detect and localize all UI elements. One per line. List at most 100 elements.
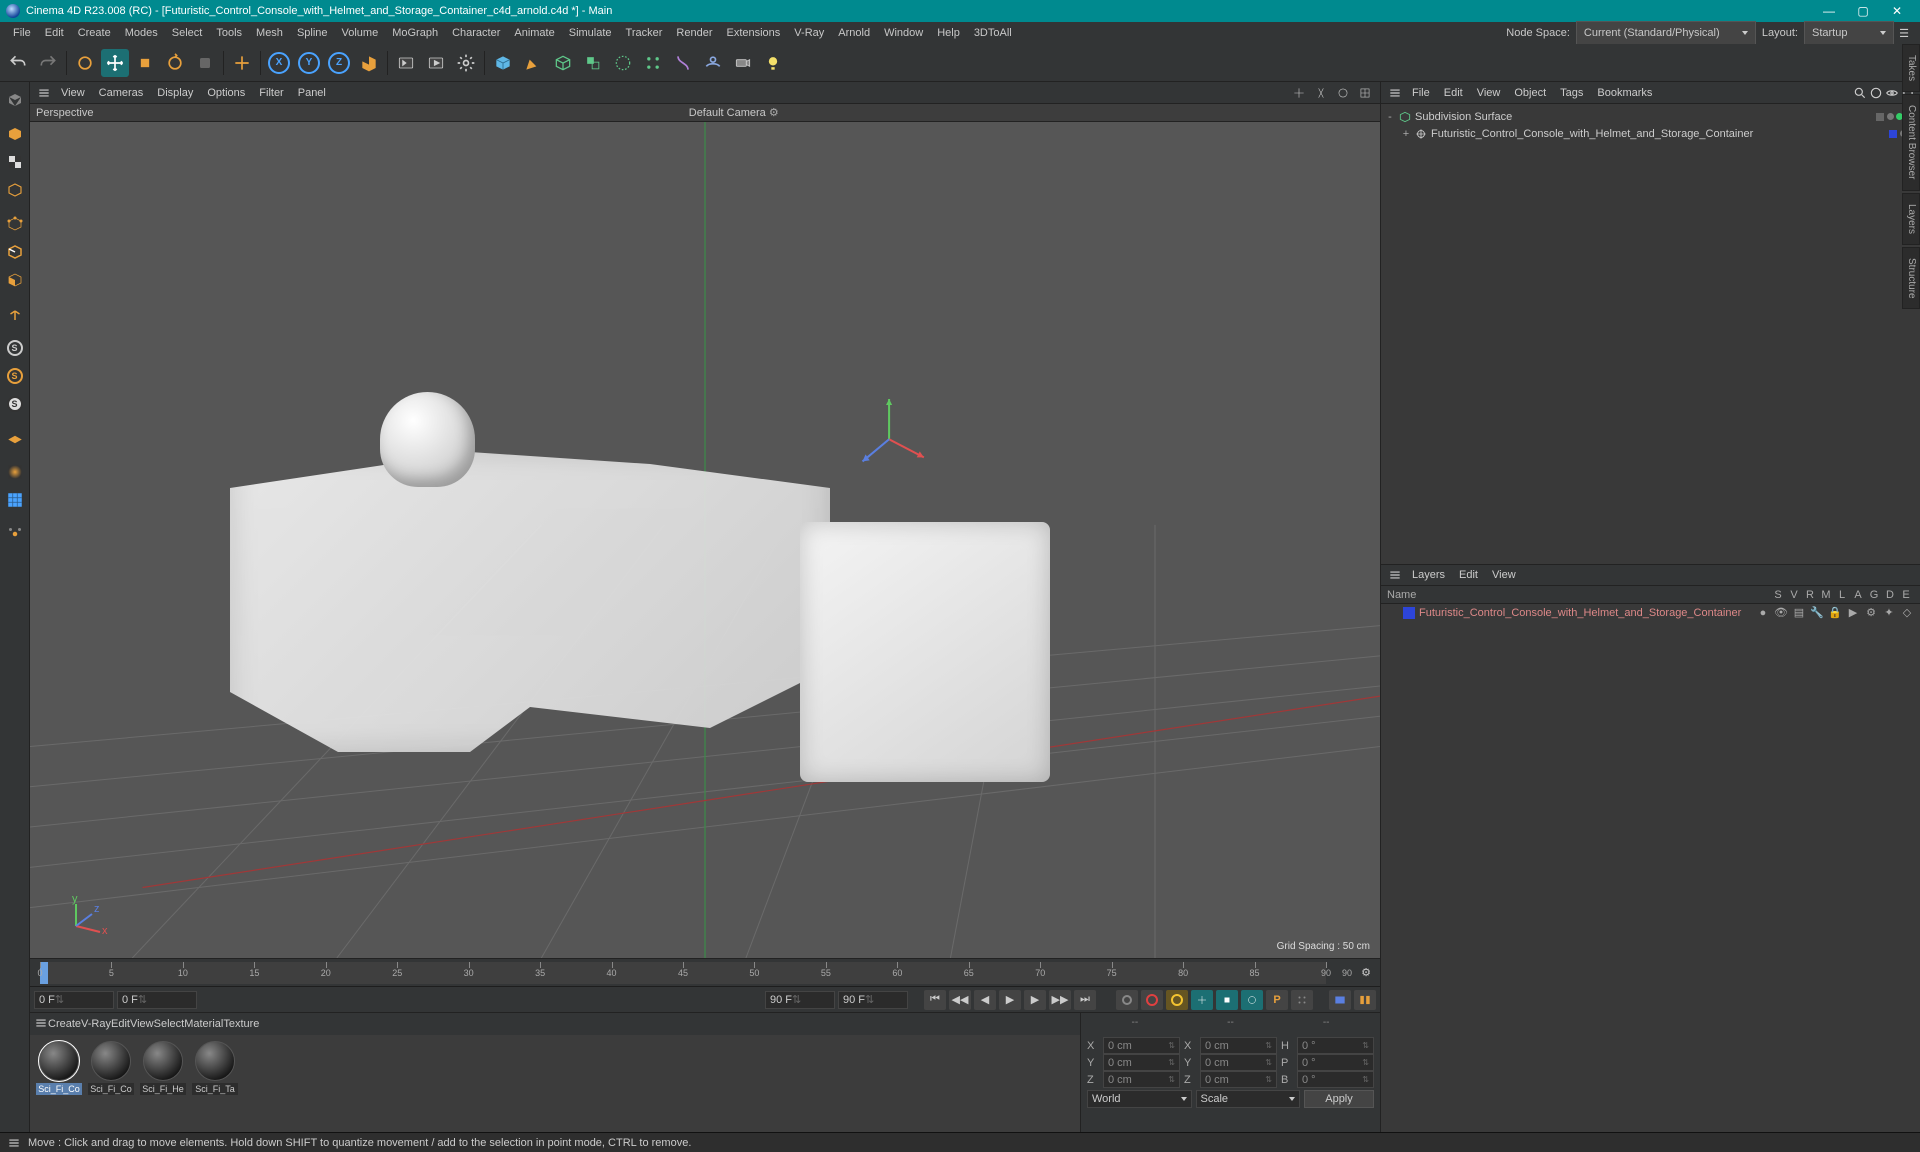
tree-row[interactable]: +Futuristic_Control_Console_with_Helmet_… bbox=[1381, 125, 1920, 142]
pen-spline-button[interactable] bbox=[519, 49, 547, 77]
snap-button[interactable]: S bbox=[2, 335, 28, 361]
live-select-button[interactable] bbox=[71, 49, 99, 77]
coord-mode2-select[interactable]: Scale bbox=[1196, 1090, 1301, 1108]
obj-menu-view[interactable]: View bbox=[1470, 82, 1508, 104]
vp-menu-options[interactable]: Options bbox=[200, 82, 252, 104]
menu-v-ray[interactable]: V-Ray bbox=[787, 22, 831, 44]
layer-flag-a[interactable]: ▶ bbox=[1846, 606, 1860, 619]
key-pla-button[interactable] bbox=[1291, 990, 1313, 1010]
deformer-button[interactable] bbox=[669, 49, 697, 77]
layer-tag[interactable] bbox=[1889, 130, 1897, 138]
key-scale-button[interactable] bbox=[1216, 990, 1238, 1010]
vp-menu-filter[interactable]: Filter bbox=[252, 82, 290, 104]
goto-start-button[interactable]: ⏮ bbox=[924, 990, 946, 1010]
layout-select[interactable]: Startup bbox=[1804, 21, 1894, 45]
layers-menu-layers[interactable]: Layers bbox=[1405, 564, 1452, 586]
soft-select-button[interactable] bbox=[2, 459, 28, 485]
scale-tool-button[interactable] bbox=[131, 49, 159, 77]
hamburger-icon[interactable] bbox=[1385, 83, 1405, 103]
side-tab-structure[interactable]: Structure bbox=[1902, 247, 1920, 310]
object-tree[interactable]: -Subdivision Surface✓+Futuristic_Control… bbox=[1381, 104, 1920, 564]
y-axis-button[interactable]: Y bbox=[295, 49, 323, 77]
visibility-dots[interactable] bbox=[1887, 113, 1903, 120]
next-frame-button[interactable]: ▶ bbox=[1024, 990, 1046, 1010]
subdiv-generator-button[interactable] bbox=[549, 49, 577, 77]
hamburger-icon[interactable] bbox=[34, 1016, 48, 1033]
nodespace-select[interactable]: Current (Standard/Physical) bbox=[1576, 21, 1756, 45]
coord-field-b[interactable]: 0 °⇅ bbox=[1297, 1071, 1374, 1088]
layer-swatch[interactable] bbox=[1403, 607, 1415, 619]
vp-menu-display[interactable]: Display bbox=[150, 82, 200, 104]
side-tab-layers[interactable]: Layers bbox=[1902, 193, 1920, 245]
timeline[interactable]: 051015202530354045505560657075808590 90 … bbox=[30, 958, 1380, 986]
vp-menu-panel[interactable]: Panel bbox=[291, 82, 333, 104]
mat-menu-create[interactable]: Create bbox=[48, 1018, 81, 1030]
eye-icon[interactable] bbox=[1884, 85, 1900, 101]
layer-tag[interactable] bbox=[1876, 113, 1884, 121]
menu-mesh[interactable]: Mesh bbox=[249, 22, 290, 44]
expand-toggle[interactable]: + bbox=[1401, 128, 1411, 140]
coord-field-y[interactable]: 0 cm⇅ bbox=[1103, 1054, 1180, 1071]
menu-help[interactable]: Help bbox=[930, 22, 967, 44]
key-rot-button[interactable] bbox=[1241, 990, 1263, 1010]
point-mode-button[interactable] bbox=[2, 211, 28, 237]
texture-mode-button[interactable] bbox=[2, 149, 28, 175]
rotate-tool-button[interactable] bbox=[161, 49, 189, 77]
last-tool-button[interactable] bbox=[191, 49, 219, 77]
mat-menu-texture[interactable]: Texture bbox=[223, 1018, 259, 1030]
material-list[interactable]: Sci_Fi_CoSci_Fi_CoSci_Fi_HeSci_Fi_Ta bbox=[30, 1035, 1080, 1132]
tweak-button[interactable] bbox=[2, 487, 28, 513]
coord-field-y[interactable]: 0 cm⇅ bbox=[1200, 1054, 1277, 1071]
side-tab-takes[interactable]: Takes bbox=[1902, 44, 1920, 92]
timeline-window-button[interactable] bbox=[1329, 990, 1351, 1010]
menu-tools[interactable]: Tools bbox=[209, 22, 249, 44]
instance-generator-button[interactable] bbox=[579, 49, 607, 77]
dope-sheet-button[interactable] bbox=[1354, 990, 1376, 1010]
render-view-button[interactable] bbox=[392, 49, 420, 77]
layer-flag-v[interactable]: 👁 bbox=[1774, 606, 1788, 619]
coord-field-p[interactable]: 0 °⇅ bbox=[1297, 1054, 1374, 1071]
key-param-button[interactable]: P bbox=[1266, 990, 1288, 1010]
maximize-button[interactable]: ▢ bbox=[1846, 0, 1880, 22]
workplane-button[interactable] bbox=[2, 425, 28, 451]
menu-extensions[interactable]: Extensions bbox=[719, 22, 787, 44]
workplane-snap-button[interactable]: S bbox=[2, 391, 28, 417]
menu-render[interactable]: Render bbox=[669, 22, 719, 44]
key-pos-button[interactable] bbox=[1191, 990, 1213, 1010]
layers-list[interactable]: Futuristic_Control_Console_with_Helmet_a… bbox=[1381, 604, 1920, 1132]
play-button[interactable]: ▶ bbox=[999, 990, 1021, 1010]
timeline-track[interactable]: 051015202530354045505560657075808590 bbox=[40, 962, 1326, 984]
make-editable-button[interactable] bbox=[2, 87, 28, 113]
menu-arnold[interactable]: Arnold bbox=[831, 22, 877, 44]
snap-settings-button[interactable]: S bbox=[2, 363, 28, 389]
menu-edit[interactable]: Edit bbox=[38, 22, 71, 44]
preview-start-field[interactable]: 90 F⇅ bbox=[765, 991, 835, 1009]
vp-zoom-icon[interactable] bbox=[1312, 84, 1330, 102]
tree-row[interactable]: -Subdivision Surface✓ bbox=[1381, 108, 1920, 125]
axis-mode-button[interactable] bbox=[2, 301, 28, 327]
layout-menu-icon[interactable]: ☰ bbox=[1894, 23, 1914, 43]
menu-animate[interactable]: Animate bbox=[507, 22, 561, 44]
material-swatch[interactable]: Sci_Fi_He bbox=[140, 1041, 186, 1095]
coord-field-z[interactable]: 0 cm⇅ bbox=[1103, 1071, 1180, 1088]
goto-end-button[interactable]: ⏭ bbox=[1074, 990, 1096, 1010]
obj-menu-tags[interactable]: Tags bbox=[1553, 82, 1590, 104]
field-button[interactable] bbox=[609, 49, 637, 77]
menu-mograph[interactable]: MoGraph bbox=[385, 22, 445, 44]
layer-flag-m[interactable]: 🔧 bbox=[1810, 606, 1824, 619]
menu-3dtoall[interactable]: 3DToAll bbox=[967, 22, 1019, 44]
move-tool-button[interactable] bbox=[101, 49, 129, 77]
mat-menu-select[interactable]: Select bbox=[154, 1018, 185, 1030]
viewport-solo-button[interactable] bbox=[2, 521, 28, 547]
vp-menu-cameras[interactable]: Cameras bbox=[92, 82, 151, 104]
mat-menu-view[interactable]: View bbox=[130, 1018, 154, 1030]
material-swatch[interactable]: Sci_Fi_Co bbox=[88, 1041, 134, 1095]
coord-mode1-select[interactable]: World bbox=[1087, 1090, 1192, 1108]
menu-select[interactable]: Select bbox=[165, 22, 210, 44]
obj-menu-bookmarks[interactable]: Bookmarks bbox=[1590, 82, 1659, 104]
filter-icon[interactable] bbox=[1868, 85, 1884, 101]
preview-end-field[interactable]: 90 F⇅ bbox=[838, 991, 908, 1009]
expand-toggle[interactable]: - bbox=[1385, 111, 1395, 123]
coord-field-z[interactable]: 0 cm⇅ bbox=[1200, 1071, 1277, 1088]
side-tab-content-browser[interactable]: Content Browser bbox=[1902, 94, 1920, 190]
